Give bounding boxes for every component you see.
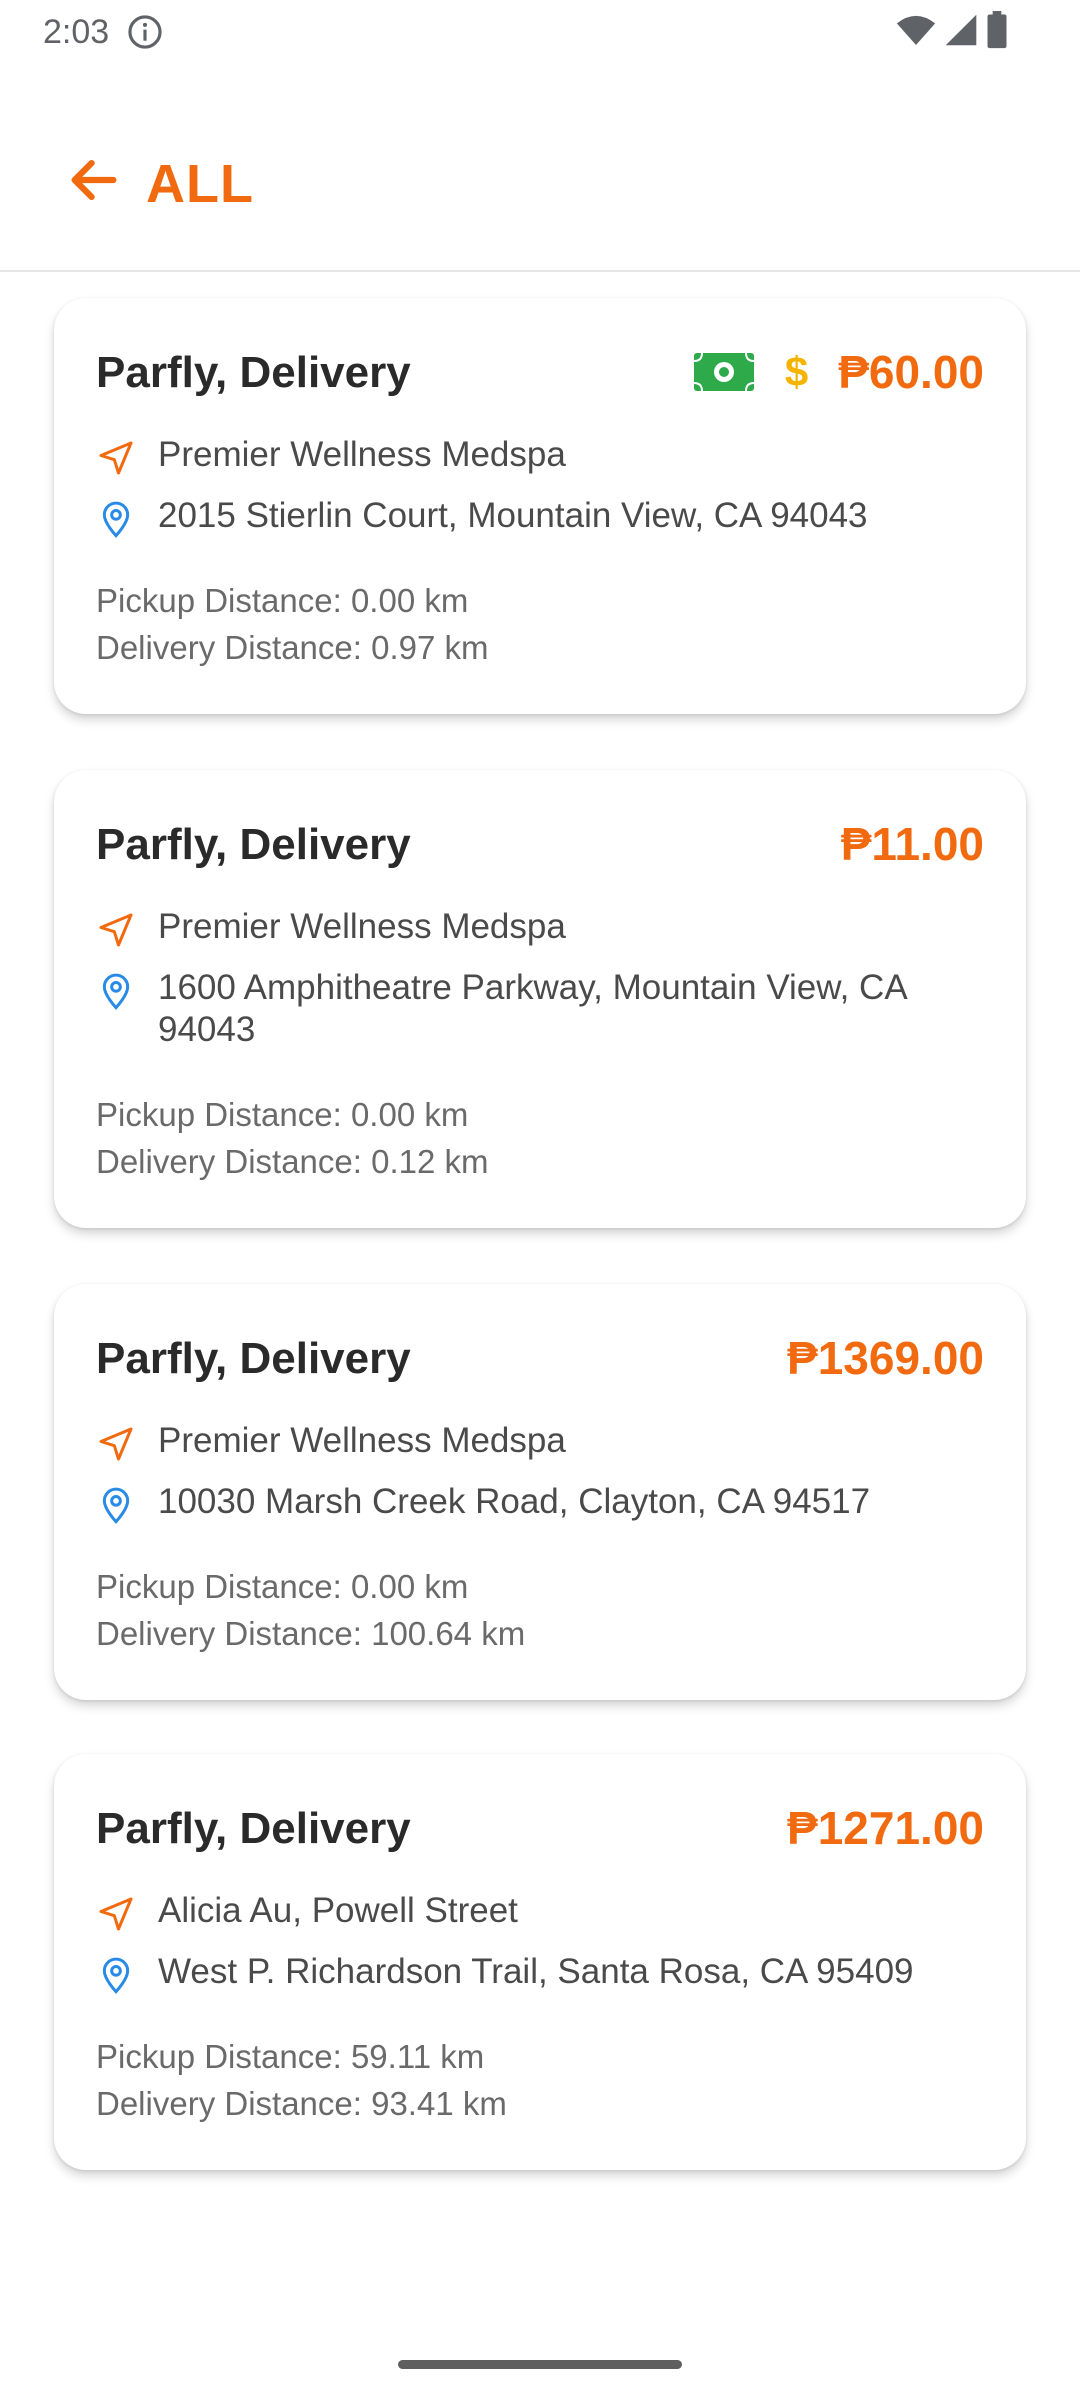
- delivery-distance: Delivery Distance: 0.12 km: [96, 1143, 489, 1180]
- order-title: Parfly, Delivery: [96, 820, 411, 869]
- price-group: $ ₱60.00: [693, 344, 984, 400]
- order-card[interactable]: Parfly, Delivery ₱1369.00 Premier Wellne…: [54, 1284, 1026, 1700]
- dropoff-address: 10030 Marsh Creek Road, Clayton, CA 9451…: [158, 1482, 871, 1521]
- banknote-icon: [693, 352, 755, 392]
- cell-signal-icon: [944, 13, 978, 52]
- home-indicator[interactable]: [398, 2360, 682, 2369]
- dropoff-address: West P. Richardson Trail, Santa Rosa, CA…: [158, 1952, 914, 1991]
- pickup-address: Premier Wellness Medspa: [158, 1421, 566, 1460]
- info-circle-icon: [126, 13, 164, 51]
- status-icons: [896, 10, 1008, 54]
- pickup-distance: Pickup Distance: 59.11 km: [96, 2038, 485, 2075]
- pickup-address: Alicia Au, Powell Street: [158, 1891, 518, 1930]
- dollar-sign-icon: $: [784, 348, 809, 395]
- status-bar: 2:03: [0, 0, 1080, 64]
- location-pin-icon: [96, 1955, 136, 1995]
- order-price: ₱1271.00: [787, 1802, 984, 1854]
- order-price: ₱11.00: [840, 818, 984, 870]
- order-title: Parfly, Delivery: [96, 348, 411, 397]
- pickup-row: Premier Wellness Medspa: [96, 1420, 986, 1464]
- price-group: ₱1369.00: [787, 1330, 984, 1386]
- price-group: ₱1271.00: [787, 1800, 984, 1856]
- app-bar: ALL: [0, 64, 1080, 272]
- dropoff-row: 1600 Amphitheatre Parkway, Mountain View…: [96, 967, 986, 1051]
- order-title: Parfly, Delivery: [96, 1334, 411, 1383]
- navigation-arrow-icon: [96, 910, 136, 950]
- pickup-address: Premier Wellness Medspa: [158, 435, 566, 474]
- pickup-row: Alicia Au, Powell Street: [96, 1890, 986, 1934]
- order-card[interactable]: Parfly, Delivery ₱1271.00 Alicia Au, Pow…: [54, 1754, 1026, 2170]
- back-button[interactable]: [62, 150, 126, 214]
- delivery-distance: Delivery Distance: 0.97 km: [96, 629, 489, 666]
- price-group: ₱11.00: [841, 816, 984, 872]
- dropoff-address: 1600 Amphitheatre Parkway, Mountain View…: [158, 968, 906, 1049]
- battery-icon: [986, 10, 1008, 54]
- location-pin-icon: [96, 499, 136, 539]
- pickup-row: Premier Wellness Medspa: [96, 434, 986, 478]
- dropoff-address: 2015 Stierlin Court, Mountain View, CA 9…: [158, 496, 868, 535]
- screen: 2:03 ALL Parfly, Delivery $ ₱60.00 Premi…: [0, 0, 1080, 2400]
- order-title: Parfly, Delivery: [96, 1804, 411, 1853]
- wifi-icon: [896, 13, 936, 52]
- delivery-distance: Delivery Distance: 93.41 km: [96, 2085, 507, 2122]
- dropoff-row: 10030 Marsh Creek Road, Clayton, CA 9451…: [96, 1481, 986, 1525]
- navigation-arrow-icon: [96, 1424, 136, 1464]
- dropoff-row: 2015 Stierlin Court, Mountain View, CA 9…: [96, 495, 986, 539]
- pickup-row: Premier Wellness Medspa: [96, 906, 986, 950]
- arrow-left-icon: [65, 151, 123, 214]
- page-title: ALL: [146, 154, 254, 214]
- pickup-distance: Pickup Distance: 0.00 km: [96, 1096, 469, 1133]
- pickup-distance: Pickup Distance: 0.00 km: [96, 1568, 469, 1605]
- order-card[interactable]: Parfly, Delivery $ ₱60.00 Premier Wellne…: [54, 298, 1026, 714]
- order-price: ₱1369.00: [787, 1332, 984, 1384]
- location-pin-icon: [96, 971, 136, 1011]
- pickup-distance: Pickup Distance: 0.00 km: [96, 582, 469, 619]
- status-time: 2:03: [43, 13, 110, 51]
- order-price: ₱60.00: [838, 346, 984, 398]
- delivery-distance: Delivery Distance: 100.64 km: [96, 1615, 526, 1652]
- dropoff-row: West P. Richardson Trail, Santa Rosa, CA…: [96, 1951, 986, 1995]
- pickup-address: Premier Wellness Medspa: [158, 907, 566, 946]
- location-pin-icon: [96, 1485, 136, 1525]
- navigation-arrow-icon: [96, 438, 136, 478]
- navigation-arrow-icon: [96, 1894, 136, 1934]
- order-card[interactable]: Parfly, Delivery ₱11.00 Premier Wellness…: [54, 770, 1026, 1228]
